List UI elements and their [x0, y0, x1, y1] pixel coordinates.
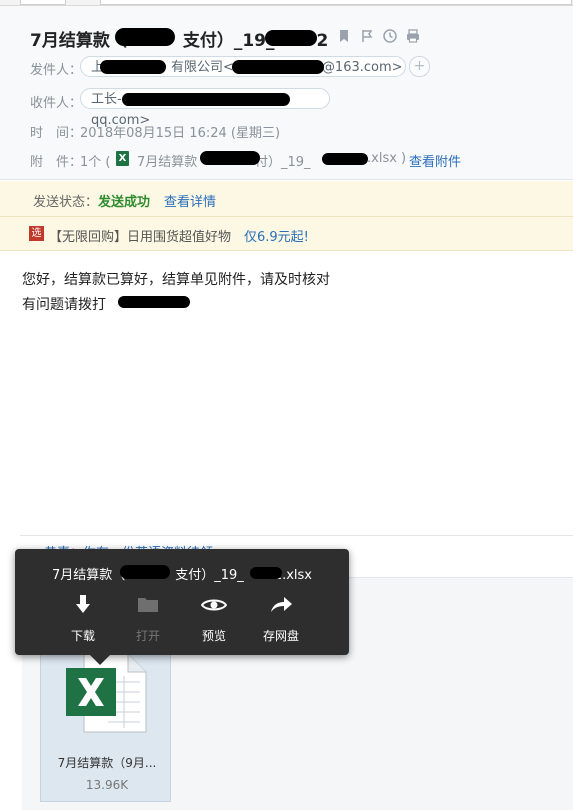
save-to-cloud-label: 存网盘 [262, 629, 299, 643]
redaction [115, 28, 175, 46]
tab-stub-main[interactable] [100, 0, 572, 5]
promo-badge-icon: 选 [29, 226, 44, 241]
sender-company: 有限公司< [171, 60, 234, 75]
popup-title-part-2: 支付）_19_ [175, 568, 244, 583]
email-header: 7月结算款（ 支付）_19_ 2 发件人： 上有限公司< @163.com> + 收件… [0, 6, 573, 180]
redaction [200, 151, 260, 165]
time-value: 2018年08月15日 16:24 (星期三) [80, 126, 281, 141]
popup-pointer [90, 655, 110, 665]
open-button[interactable]: 打开 [118, 593, 178, 644]
body-line-2: 有问题请拨打 [22, 297, 106, 313]
attachment-name[interactable]: 7月结算款 [137, 151, 197, 170]
excel-file-icon: X [116, 151, 129, 166]
send-status-value: 发送成功 [98, 195, 151, 210]
popup-title-part-1: 7月结算款（ [51, 568, 126, 583]
flag-icon[interactable] [361, 29, 375, 43]
tab-stub-left[interactable] [20, 0, 66, 5]
attachment-card-name: 7月结算款（9月... [57, 756, 157, 770]
preview-label: 预览 [201, 629, 226, 643]
redaction [118, 296, 190, 308]
sender-email: @163.com> [321, 60, 403, 75]
subject-part-3: 2 [316, 31, 329, 51]
promo-price-link[interactable]: 仅6.9元起! [244, 226, 309, 245]
redaction [322, 153, 368, 165]
view-details-link[interactable]: 查看详情 [164, 191, 216, 210]
share-arrow-icon [251, 593, 311, 619]
redaction [122, 93, 290, 106]
redaction [120, 565, 170, 579]
recipient-prefix: 工长- [91, 92, 122, 107]
view-attachments-link[interactable]: 查看附件 [409, 151, 461, 170]
download-button[interactable]: 下载 [53, 593, 113, 644]
folder-icon [118, 593, 178, 619]
send-status-label: 发送状态： [33, 195, 99, 210]
redaction [265, 30, 317, 46]
subject-part-2: 支付）_19_ [182, 31, 275, 51]
download-label: 下载 [70, 629, 95, 643]
subject-part-1: 7月结算款（ [30, 31, 127, 51]
clock-icon[interactable] [383, 29, 397, 43]
promo-text[interactable]: 【无限回购】日用围货超值好物 [49, 226, 231, 245]
attachment-action-popup: 7月结算款（ 支付）_19_ 2.xlsx 下载 打开 预览 存网盘 [15, 549, 349, 655]
body-divider [20, 535, 573, 536]
open-label: 打开 [135, 629, 160, 643]
eye-icon [184, 593, 244, 619]
bookmark-icon[interactable] [338, 29, 352, 43]
save-to-cloud-button[interactable]: 存网盘 [251, 593, 311, 644]
download-icon [53, 593, 113, 619]
redaction [232, 60, 324, 74]
sender-label: 发件人： [30, 63, 83, 78]
print-icon[interactable] [406, 29, 420, 43]
attachment-name-mid[interactable]: 付）_19_ [255, 151, 311, 170]
attachment-card-size: 13.96K [85, 778, 129, 792]
redaction [250, 567, 282, 579]
popup-file-title: 7月结算款（ 支付）_19_ 2.xlsx [15, 564, 349, 583]
preview-button[interactable]: 预览 [184, 593, 244, 644]
add-contact-button[interactable]: + [409, 56, 430, 77]
promo-bar[interactable]: 选 【无限回购】日用围货超值好物 仅6.9元起! [0, 217, 573, 251]
attachment-ext[interactable]: .xlsx ) [367, 151, 406, 166]
redaction [100, 60, 166, 74]
attachment-label: 附 件： [30, 155, 83, 170]
body-line-1: 您好，结算款已算好，结算单见附件，请及时核对 [22, 272, 330, 288]
time-label: 时 间： [30, 126, 83, 141]
attachment-count: 1个 ( [80, 155, 111, 170]
recipient-label: 收件人： [30, 96, 83, 111]
send-status-bar: 发送状态： 发送成功 查看详情 [0, 181, 573, 217]
